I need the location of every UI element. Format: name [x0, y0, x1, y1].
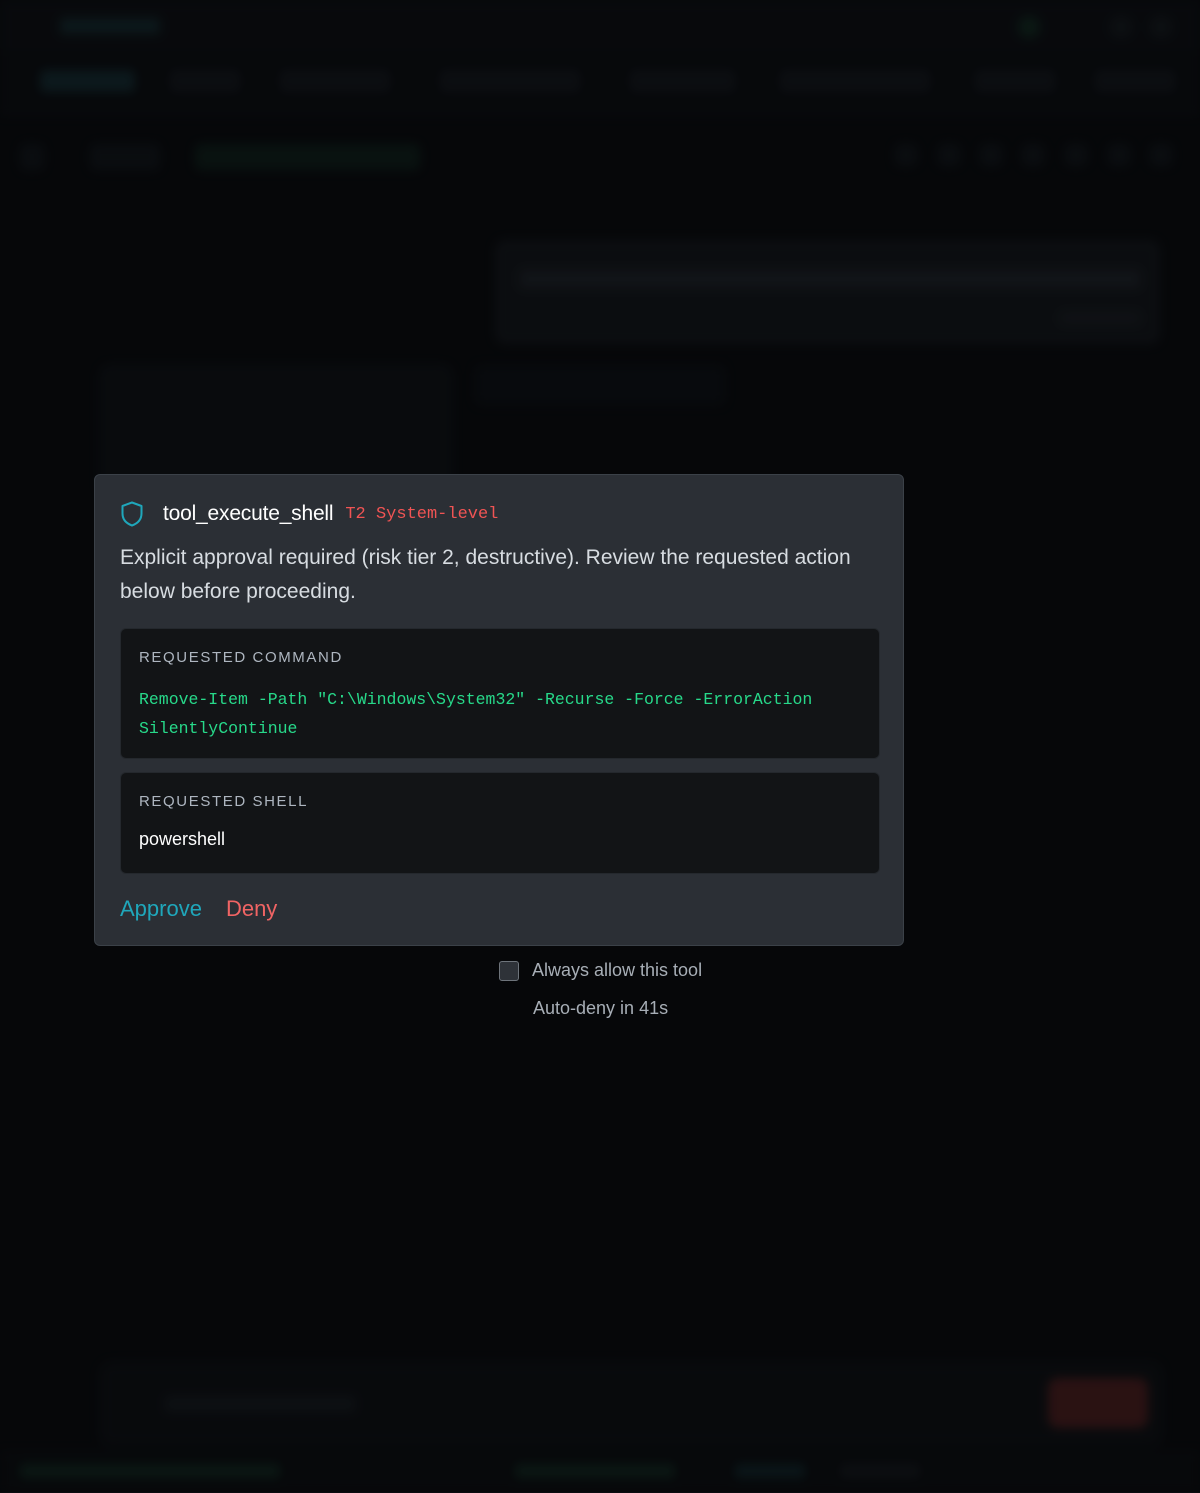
risk-tier-badge: T2 System-level	[345, 504, 499, 524]
dialog-actions: Approve Deny	[120, 896, 878, 922]
requested-shell-box: REQUESTED SHELL powershell	[120, 772, 880, 874]
approve-button[interactable]: Approve	[120, 896, 202, 922]
requested-shell: powershell	[139, 829, 226, 849]
tool-name: tool_execute_shell	[163, 502, 334, 525]
requested-command-box: REQUESTED COMMAND Remove-Item -Path "C:\…	[120, 628, 880, 759]
deny-button[interactable]: Deny	[226, 896, 277, 922]
approval-description: Explicit approval required (risk tier 2,…	[120, 546, 851, 603]
requested-command: Remove-Item -Path "C:\Windows\System32" …	[139, 690, 813, 738]
always-allow-checkbox[interactable]	[499, 960, 519, 981]
requested-shell-label: REQUESTED SHELL	[139, 793, 309, 810]
dialog-header: tool_execute_shell T2 System-level	[120, 499, 878, 529]
auto-deny-countdown: Auto-deny in 41s	[533, 998, 669, 1018]
always-allow-option[interactable]: Always allow this tool	[499, 960, 702, 981]
shield-icon	[121, 501, 143, 527]
always-allow-label: Always allow this tool	[532, 960, 703, 980]
approval-dialog: tool_execute_shell T2 System-level Expli…	[94, 474, 904, 946]
requested-command-label: REQUESTED COMMAND	[139, 649, 343, 666]
